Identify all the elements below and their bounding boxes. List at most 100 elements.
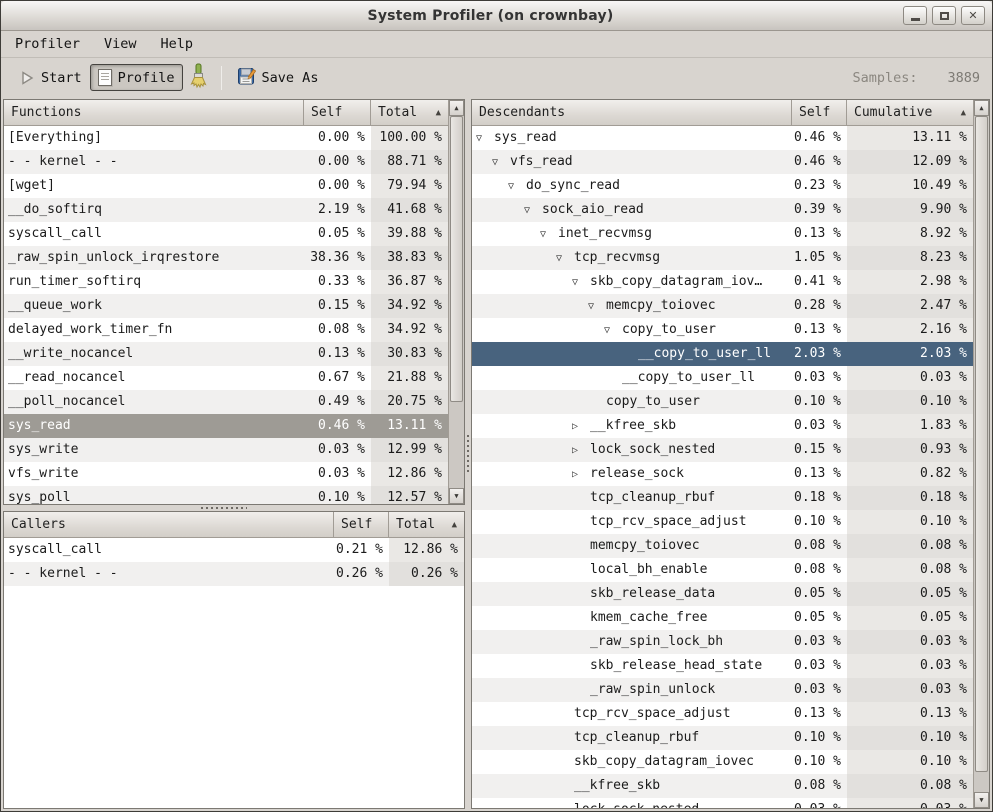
table-row[interactable]: lock_sock_nested0.03 %0.03 % xyxy=(472,798,973,808)
table-row[interactable]: ▽memcpy_toiovec0.28 %2.47 % xyxy=(472,294,973,318)
table-row[interactable]: kmem_cache_free0.05 %0.05 % xyxy=(472,606,973,630)
functions-column-header[interactable]: Functions xyxy=(4,100,304,126)
self-column-header[interactable]: Self xyxy=(304,100,371,126)
table-row[interactable]: sys_poll0.10 %12.57 % xyxy=(4,486,448,504)
table-row-selected[interactable]: sys_read0.46 %13.11 % xyxy=(4,414,448,438)
expander-open-icon[interactable]: ▽ xyxy=(588,295,606,318)
table-row[interactable]: [Everything]0.00 %100.00 % xyxy=(4,126,448,150)
splitter-handle[interactable] xyxy=(467,435,469,473)
expander-open-icon[interactable]: ▽ xyxy=(540,223,558,246)
table-row[interactable]: syscall_call0.21 %12.86 % xyxy=(4,538,464,562)
sort-ascending-icon: ▲ xyxy=(955,108,966,118)
table-row[interactable]: ▽do_sync_read0.23 %10.49 % xyxy=(472,174,973,198)
descendants-scrollbar[interactable]: ▲ ▼ xyxy=(973,100,989,808)
expander-open-icon[interactable]: ▽ xyxy=(508,175,526,198)
table-row[interactable]: __do_softirq2.19 %41.68 % xyxy=(4,198,448,222)
table-row[interactable]: ▽sock_aio_read0.39 %9.90 % xyxy=(472,198,973,222)
table-row[interactable]: ▷release_sock0.13 %0.82 % xyxy=(472,462,973,486)
table-row[interactable]: tcp_cleanup_rbuf0.10 %0.10 % xyxy=(472,726,973,750)
left-pane: Functions Self Total▲ [Everything]0.00 %… xyxy=(3,99,465,809)
scrollbar-trough[interactable] xyxy=(449,116,464,488)
table-row[interactable]: ▽vfs_read0.46 %12.09 % xyxy=(472,150,973,174)
callers-column-header[interactable]: Callers xyxy=(4,512,334,538)
table-row[interactable]: ▽sys_read0.46 %13.11 % xyxy=(472,126,973,150)
reset-button[interactable] xyxy=(183,58,213,98)
table-row[interactable]: tcp_rcv_space_adjust0.13 %0.13 % xyxy=(472,702,973,726)
table-row[interactable]: ▷lock_sock_nested0.15 %0.93 % xyxy=(472,438,973,462)
table-row-selected[interactable]: __copy_to_user_ll2.03 %2.03 % xyxy=(472,342,973,366)
cumulative-column-header[interactable]: Cumulative▲ xyxy=(847,100,973,126)
callers-self-column-header[interactable]: Self xyxy=(334,512,389,538)
expander-open-icon[interactable]: ▽ xyxy=(572,271,590,294)
toolbar: Start Profile xyxy=(1,58,992,97)
expander-open-icon[interactable]: ▽ xyxy=(476,127,494,150)
total-column-header[interactable]: Total▲ xyxy=(371,100,448,126)
table-row[interactable]: _raw_spin_lock_bh0.03 %0.03 % xyxy=(472,630,973,654)
expander-open-icon[interactable]: ▽ xyxy=(604,319,622,342)
scroll-up-button[interactable]: ▲ xyxy=(449,100,464,116)
profile-toggle-button[interactable]: Profile xyxy=(90,64,183,91)
table-row[interactable]: ▽inet_recvmsg0.13 %8.92 % xyxy=(472,222,973,246)
menu-item-profiler[interactable]: Profiler xyxy=(13,34,82,54)
table-row[interactable]: skb_release_data0.05 %0.05 % xyxy=(472,582,973,606)
scrollbar-thumb[interactable] xyxy=(450,116,463,402)
save-as-button[interactable]: Save As xyxy=(230,62,327,94)
expander-open-icon[interactable]: ▽ xyxy=(556,247,574,270)
table-row[interactable]: vfs_write0.03 %12.86 % xyxy=(4,462,448,486)
table-row[interactable]: ▷__kfree_skb0.03 %1.83 % xyxy=(472,414,973,438)
scrollbar-thumb[interactable] xyxy=(975,116,988,772)
functions-scrollbar[interactable]: ▲ ▼ xyxy=(448,100,464,504)
table-row[interactable]: __write_nocancel0.13 %30.83 % xyxy=(4,342,448,366)
descendants-column-header[interactable]: Descendants xyxy=(472,100,792,126)
table-row[interactable]: sys_write0.03 %12.99 % xyxy=(4,438,448,462)
total-value: 0.08 % xyxy=(847,558,973,582)
table-row[interactable]: __kfree_skb0.08 %0.08 % xyxy=(472,774,973,798)
scroll-down-button[interactable]: ▼ xyxy=(449,488,464,504)
table-row[interactable]: memcpy_toiovec0.08 %0.08 % xyxy=(472,534,973,558)
table-row[interactable]: skb_copy_datagram_iovec0.10 %0.10 % xyxy=(472,750,973,774)
expander-open-icon[interactable]: ▽ xyxy=(492,151,510,174)
expander-open-icon[interactable]: ▽ xyxy=(524,199,542,222)
table-row[interactable]: ▽skb_copy_datagram_iov…0.41 %2.98 % xyxy=(472,270,973,294)
table-row[interactable]: ▽copy_to_user0.13 %2.16 % xyxy=(472,318,973,342)
expander-closed-icon[interactable]: ▷ xyxy=(572,439,590,462)
table-row[interactable]: tcp_cleanup_rbuf0.18 %0.18 % xyxy=(472,486,973,510)
splitter-handle[interactable] xyxy=(201,507,247,509)
table-row[interactable]: copy_to_user0.10 %0.10 % xyxy=(472,390,973,414)
scrollbar-trough[interactable] xyxy=(974,116,989,792)
table-row[interactable]: skb_release_head_state0.03 %0.03 % xyxy=(472,654,973,678)
total-value: 0.10 % xyxy=(847,390,973,414)
table-row[interactable]: ▽tcp_recvmsg1.05 %8.23 % xyxy=(472,246,973,270)
menu-item-view[interactable]: View xyxy=(102,34,139,54)
table-row[interactable]: local_bh_enable0.08 %0.08 % xyxy=(472,558,973,582)
table-row[interactable]: __queue_work0.15 %34.92 % xyxy=(4,294,448,318)
titlebar[interactable]: System Profiler (on crownbay) ✕ xyxy=(1,1,992,31)
scroll-up-button[interactable]: ▲ xyxy=(974,100,989,116)
table-row[interactable]: [wget]0.00 %79.94 % xyxy=(4,174,448,198)
maximize-button[interactable] xyxy=(932,6,956,25)
horizontal-splitter[interactable] xyxy=(3,505,465,511)
table-row[interactable]: _raw_spin_unlock_irqrestore38.36 %38.83 … xyxy=(4,246,448,270)
start-button[interactable]: Start xyxy=(11,65,90,91)
table-row[interactable]: _raw_spin_unlock0.03 %0.03 % xyxy=(472,678,973,702)
close-button[interactable]: ✕ xyxy=(961,6,985,25)
table-row[interactable]: tcp_rcv_space_adjust0.10 %0.10 % xyxy=(472,510,973,534)
table-row[interactable]: __poll_nocancel0.49 %20.75 % xyxy=(4,390,448,414)
callers-total-column-header[interactable]: Total▲ xyxy=(389,512,464,538)
minimize-button[interactable] xyxy=(903,6,927,25)
self-value: 0.13 % xyxy=(304,342,371,366)
table-row[interactable]: - - kernel - -0.00 %88.71 % xyxy=(4,150,448,174)
scroll-down-button[interactable]: ▼ xyxy=(974,792,989,808)
self-value: 0.26 % xyxy=(334,562,389,586)
table-row[interactable]: syscall_call0.05 %39.88 % xyxy=(4,222,448,246)
menu-item-help[interactable]: Help xyxy=(159,34,196,54)
descendants-self-column-header[interactable]: Self xyxy=(792,100,847,126)
expander-closed-icon[interactable]: ▷ xyxy=(572,415,590,438)
table-row[interactable]: delayed_work_timer_fn0.08 %34.92 % xyxy=(4,318,448,342)
expander-closed-icon[interactable]: ▷ xyxy=(572,463,590,486)
vertical-splitter[interactable] xyxy=(465,99,471,809)
table-row[interactable]: - - kernel - -0.26 %0.26 % xyxy=(4,562,464,586)
table-row[interactable]: __copy_to_user_ll0.03 %0.03 % xyxy=(472,366,973,390)
table-row[interactable]: run_timer_softirq0.33 %36.87 % xyxy=(4,270,448,294)
table-row[interactable]: __read_nocancel0.67 %21.88 % xyxy=(4,366,448,390)
